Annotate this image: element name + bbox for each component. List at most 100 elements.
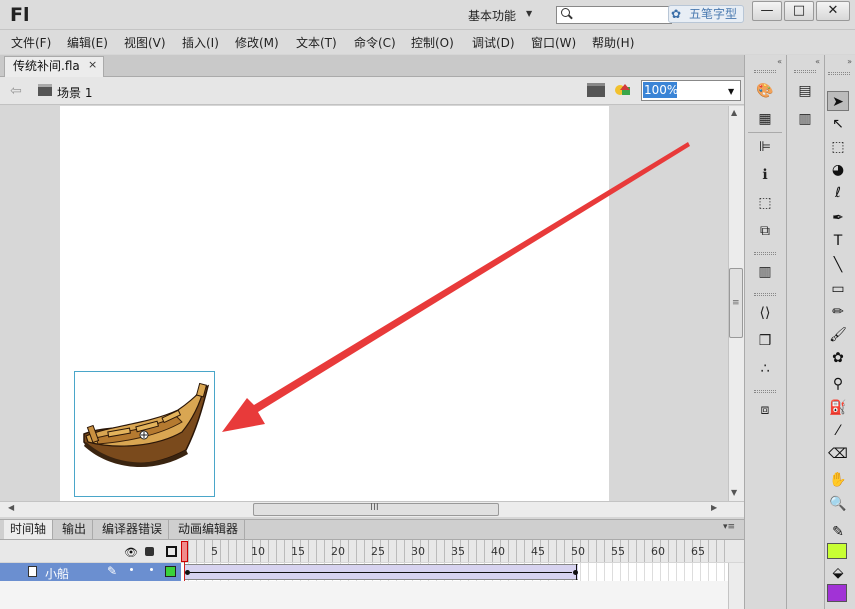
tab-output[interactable]: 输出 xyxy=(56,520,94,539)
eye-icon[interactable]: 👁 xyxy=(124,546,138,559)
lock-dot[interactable] xyxy=(150,568,153,571)
menu-text[interactable]: 文本(T) xyxy=(296,34,337,51)
scroll-up-icon[interactable]: ▲ xyxy=(731,108,737,117)
menu-debug[interactable]: 调试(D) xyxy=(472,34,515,51)
edit-scene-icon[interactable] xyxy=(587,83,605,97)
ruler-number: 65 xyxy=(691,545,705,558)
actions-icon[interactable]: ⟨⟩ xyxy=(755,304,775,322)
timeline-empty-area xyxy=(0,581,744,609)
free-transform-tool-icon[interactable]: ⬚ xyxy=(827,137,849,157)
menu-help[interactable]: 帮助(H) xyxy=(592,34,634,51)
line-tool-icon[interactable]: ╲ xyxy=(827,255,849,275)
eyedropper-tool-icon[interactable]: ⁄ xyxy=(827,421,849,441)
brush-tool-icon[interactable]: 🖌 xyxy=(827,325,849,345)
menu-commands[interactable]: 命令(C) xyxy=(354,34,396,51)
ruler-number: 55 xyxy=(611,545,625,558)
align-icon[interactable]: ⊫ xyxy=(755,138,775,156)
motion-presets-icon[interactable]: ∴ xyxy=(755,360,775,378)
search-input[interactable] xyxy=(556,6,672,24)
fill-color-swatch[interactable] xyxy=(827,584,847,602)
playhead[interactable] xyxy=(181,541,188,562)
panel-grip[interactable] xyxy=(754,252,776,255)
scene-panel-icon[interactable]: ⧉ xyxy=(755,222,775,240)
scroll-grip: ≡ xyxy=(732,298,740,308)
tab-motion-editor[interactable]: 动画编辑器 xyxy=(172,520,246,539)
panel-grip[interactable] xyxy=(828,72,850,75)
stroke-color-swatch[interactable] xyxy=(827,543,847,559)
ruler-number: 30 xyxy=(411,545,425,558)
text-tool-icon[interactable]: T xyxy=(827,231,849,251)
scroll-right-icon[interactable]: ▶ xyxy=(711,503,717,512)
keyframe-start[interactable] xyxy=(185,570,190,575)
pencil-tool-icon[interactable]: ✏ xyxy=(827,302,849,322)
scroll-grip: III xyxy=(370,502,379,513)
panel-grip[interactable] xyxy=(754,70,776,73)
subselection-tool-icon[interactable]: ↖ xyxy=(827,114,849,134)
pen-tool-icon[interactable]: ✒ xyxy=(827,208,849,228)
paint-bucket-tool-icon[interactable]: ⛽ xyxy=(827,398,849,418)
eraser-tool-icon[interactable]: ⌫ xyxy=(827,444,849,464)
scroll-down-icon[interactable]: ▼ xyxy=(731,488,737,497)
collapse-icon[interactable]: « xyxy=(788,57,820,67)
menu-file[interactable]: 文件(F) xyxy=(11,34,51,51)
menu-insert[interactable]: 插入(I) xyxy=(182,34,219,51)
panel-grip[interactable] xyxy=(754,390,776,393)
menu-view[interactable]: 视图(V) xyxy=(124,34,166,51)
ruler-number: 35 xyxy=(451,545,465,558)
layer-name[interactable]: 小船 xyxy=(45,565,69,582)
outline-icon[interactable] xyxy=(166,546,177,557)
panel-menu-icon[interactable]: ▾≡ xyxy=(723,522,735,532)
menu-edit[interactable]: 编辑(E) xyxy=(67,34,108,51)
search-icon xyxy=(561,8,570,17)
3d-rotation-tool-icon[interactable]: ◕ xyxy=(827,160,849,180)
minimize-button[interactable]: — xyxy=(752,1,782,21)
info-icon[interactable]: ℹ xyxy=(755,166,775,184)
zoom-value[interactable]: 100% xyxy=(643,82,678,98)
swatches-icon[interactable]: ▦ xyxy=(755,110,775,128)
library-icon[interactable]: ▥ xyxy=(795,110,815,128)
ruler-number: 45 xyxy=(531,545,545,558)
project-icon[interactable]: ⧈ xyxy=(755,401,775,419)
menu-modify[interactable]: 修改(M) xyxy=(235,34,279,51)
components-icon[interactable]: ❒ xyxy=(755,332,775,350)
fill-color-bucket-icon[interactable]: ⬙ xyxy=(827,563,849,583)
scene-label[interactable]: 场景 1 xyxy=(57,84,92,101)
panel-grip[interactable] xyxy=(754,293,776,296)
chevron-down-icon[interactable]: ▼ xyxy=(728,87,734,96)
ruler-number: 60 xyxy=(651,545,665,558)
transform-icon[interactable]: ⬚ xyxy=(755,194,775,212)
layer-outline-color[interactable] xyxy=(165,566,176,577)
zoom-tool-icon[interactable]: 🔍 xyxy=(827,494,849,514)
chevron-down-icon[interactable]: ▼ xyxy=(526,9,532,18)
panel-grip[interactable] xyxy=(794,70,816,73)
tab-compiler-errors[interactable]: 编译器错误 xyxy=(96,520,170,539)
lock-icon[interactable] xyxy=(145,547,154,556)
expand-icon[interactable]: » xyxy=(826,57,852,67)
rectangle-tool-icon[interactable]: ▭ xyxy=(827,279,849,299)
collapse-icon[interactable]: « xyxy=(746,57,782,67)
bone-tool-icon[interactable]: ⚲ xyxy=(827,374,849,394)
close-button[interactable]: ✕ xyxy=(816,1,850,21)
back-arrow-icon[interactable]: ⇦ xyxy=(10,83,22,99)
workspace-switcher[interactable]: 基本功能 xyxy=(468,7,516,24)
properties-icon[interactable]: ▤ xyxy=(795,82,815,100)
library-icon[interactable]: ▥ xyxy=(755,263,775,281)
boat-graphic[interactable] xyxy=(78,380,214,480)
lasso-tool-icon[interactable]: ℓ xyxy=(827,183,849,203)
docked-panel-column xyxy=(786,55,824,609)
scroll-left-icon[interactable]: ◀ xyxy=(8,503,14,512)
hand-tool-icon[interactable]: ✋ xyxy=(827,470,849,490)
timeline-scrollbar[interactable] xyxy=(728,563,744,609)
menu-window[interactable]: 窗口(W) xyxy=(531,34,576,51)
color-palette-icon[interactable]: 🎨 xyxy=(755,82,775,100)
tab-timeline[interactable]: 时间轴 xyxy=(4,520,54,539)
ruler-number: 25 xyxy=(371,545,385,558)
menu-control[interactable]: 控制(O) xyxy=(411,34,454,51)
selection-tool-icon[interactable]: ➤ xyxy=(827,91,849,111)
close-tab-icon[interactable]: × xyxy=(88,58,97,71)
deco-tool-icon[interactable]: ✿ xyxy=(827,348,849,368)
stroke-color-pencil-icon[interactable]: ✎ xyxy=(827,522,849,542)
maximize-button[interactable]: □ xyxy=(784,1,814,21)
visibility-dot[interactable] xyxy=(130,568,133,571)
edit-symbols-icon[interactable] xyxy=(613,82,633,98)
